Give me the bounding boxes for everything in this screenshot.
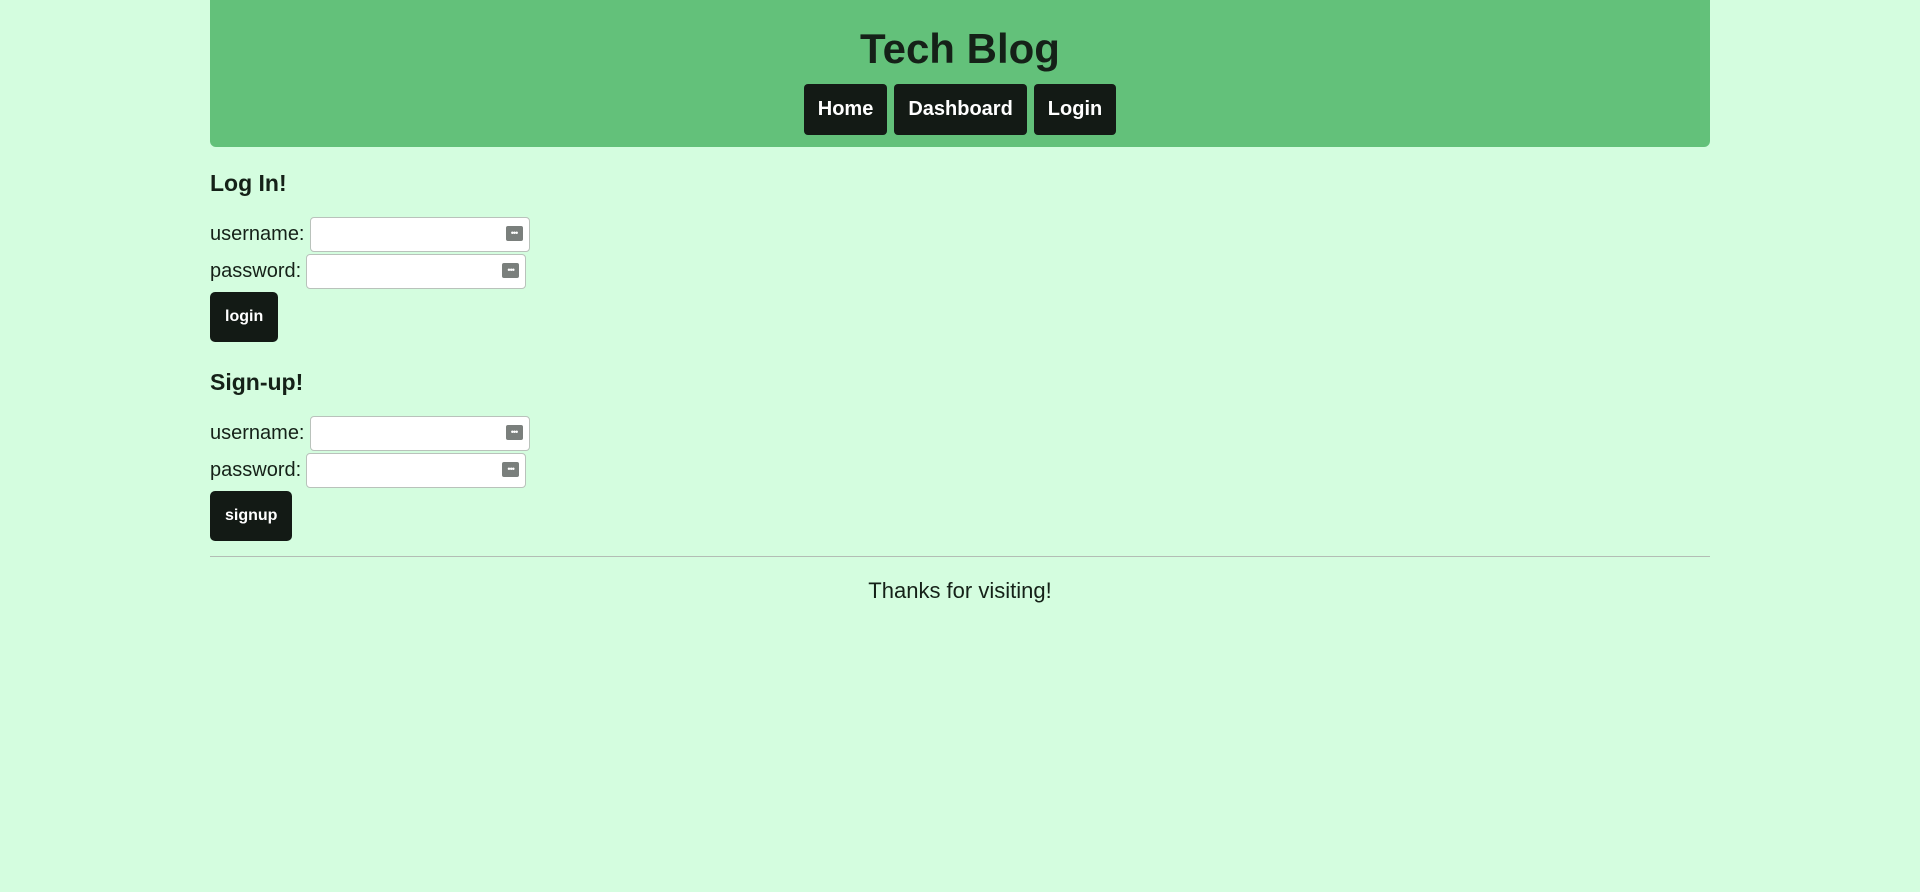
signup-username-label: username: — [210, 422, 305, 444]
password-manager-icon[interactable]: ••• — [505, 425, 523, 440]
signup-password-row: password: ••• — [210, 452, 530, 489]
signup-password-input[interactable]: ••• — [306, 453, 527, 488]
signup-heading: Sign-up! — [210, 369, 304, 395]
page-container: Tech Blog Home Dashboard Login Log In! u… — [210, 0, 1710, 603]
password-manager-icon[interactable]: ••• — [502, 462, 520, 477]
nav-home-button[interactable]: Home — [803, 84, 888, 135]
login-password-input[interactable]: ••• — [306, 254, 527, 289]
site-header: Tech Blog Home Dashboard Login — [210, 0, 1710, 147]
nav-dashboard-button[interactable]: Dashboard — [894, 84, 1027, 135]
login-heading: Log In! — [210, 170, 287, 196]
login-button[interactable]: login — [210, 292, 279, 342]
main-nav: Home Dashboard Login — [210, 84, 1710, 135]
signup-username-input[interactable]: ••• — [309, 416, 530, 451]
signup-password-label: password: — [210, 459, 302, 481]
login-username-row: username: ••• — [210, 216, 530, 253]
signup-section: Sign-up! username: ••• password: ••• sig… — [210, 367, 530, 541]
login-username-label: username: — [210, 223, 305, 245]
footer-divider — [210, 556, 1710, 557]
signup-username-row: username: ••• — [210, 415, 530, 452]
site-footer: Thanks for visiting! — [868, 578, 1052, 603]
login-password-row: password: ••• — [210, 253, 530, 290]
password-manager-icon[interactable]: ••• — [502, 263, 520, 278]
login-section: Log In! username: ••• password: ••• logi… — [210, 168, 530, 342]
nav-login-button[interactable]: Login — [1033, 84, 1117, 135]
signup-button[interactable]: signup — [210, 491, 293, 541]
login-username-input[interactable]: ••• — [309, 217, 530, 252]
site-title: Tech Blog — [860, 25, 1060, 72]
password-manager-icon[interactable]: ••• — [505, 226, 523, 241]
login-password-label: password: — [210, 260, 302, 282]
